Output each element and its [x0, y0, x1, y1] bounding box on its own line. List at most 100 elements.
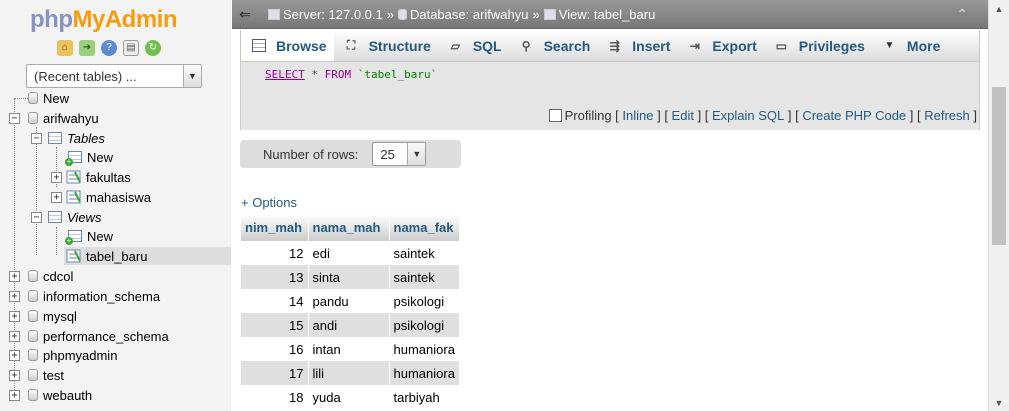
tree-new-database[interactable]: New	[28, 89, 69, 107]
profiling-checkbox[interactable]	[548, 109, 562, 122]
expand-icon[interactable]: +	[9, 390, 20, 401]
tab-structure[interactable]: ⛶ Structure	[334, 31, 438, 61]
options-link[interactable]: + Options	[241, 195, 297, 210]
table-row[interactable]: 12 edi saintek	[241, 241, 460, 265]
collapse-icon[interactable]: −	[31, 133, 42, 144]
tree-table-mahasiswa[interactable]: mahasiswa	[66, 188, 151, 206]
expand-icon[interactable]: +	[9, 331, 20, 342]
scrollbar-thumb[interactable]	[992, 87, 1006, 245]
cell-nama-mah[interactable]: pandu	[308, 289, 390, 313]
database-icon	[28, 290, 38, 302]
number-of-rows-value: 25	[380, 146, 395, 162]
tree-view-tabel-baru[interactable]: tabel_baru	[64, 247, 231, 265]
help-icon[interactable]: ?	[101, 40, 117, 56]
tree-views-group[interactable]: Views	[48, 208, 101, 226]
cell-nama-mah[interactable]: sinta	[308, 265, 390, 289]
breadcrumb-server[interactable]: Server: 127.0.0.1	[283, 7, 383, 22]
sql-select-keyword[interactable]: SELECT	[265, 68, 305, 81]
database-icon	[28, 112, 38, 124]
cell-nama-mah[interactable]: yuda	[308, 385, 390, 409]
tab-label: SQL	[472, 37, 502, 54]
phpmyadmin-logo[interactable]: phpMyAdmin	[30, 6, 178, 34]
collapse-up-icon[interactable]: ⌃	[956, 6, 968, 23]
tree-db-test[interactable]: test	[28, 366, 64, 384]
breadcrumb-database[interactable]: Database: arifwahyu	[410, 7, 529, 22]
tree-db-performance-schema[interactable]: performance_schema	[28, 327, 169, 345]
cell-nim-mah[interactable]: 18	[241, 385, 309, 409]
cell-nama-mah[interactable]: andi	[308, 313, 390, 337]
expand-icon[interactable]: +	[9, 291, 20, 302]
tree-table-fakultas[interactable]: fakultas	[66, 168, 131, 186]
column-header-nama-fak[interactable]: nama_fak	[389, 214, 460, 241]
tab-insert[interactable]: ⇶ Insert	[597, 31, 677, 61]
expand-icon[interactable]: +	[9, 350, 20, 361]
tree-label: New	[87, 228, 114, 244]
tree-tables-new[interactable]: + New	[65, 148, 113, 166]
refresh-link[interactable]: Refresh	[924, 108, 970, 123]
scroll-up-icon[interactable]: ▲	[989, 0, 1009, 17]
expand-icon[interactable]: +	[9, 311, 20, 322]
table-row[interactable]: 14 pandu psikologi	[241, 289, 460, 313]
tab-browse[interactable]: Browse	[241, 30, 334, 61]
tree-db-arifwahyu[interactable]: arifwahyu	[28, 109, 99, 127]
number-of-rows-box: Number of rows: 25 ▼	[240, 140, 461, 168]
tree-db-information-schema[interactable]: information_schema	[28, 287, 160, 305]
cell-nama-fak[interactable]: tarbiyah	[389, 385, 460, 409]
tab-privileges[interactable]: ▭ Privileges	[764, 31, 872, 61]
expand-icon[interactable]: +	[51, 172, 62, 183]
docs-icon[interactable]: ▤	[123, 40, 139, 56]
tab-sql[interactable]: ▱ SQL	[438, 31, 509, 61]
table-row[interactable]: 13 sinta saintek	[241, 265, 460, 289]
cell-nama-fak[interactable]: psikologi	[389, 313, 460, 337]
cell-nim-mah[interactable]: 16	[241, 337, 309, 361]
tab-more[interactable]: ▼ More	[872, 31, 947, 61]
inline-link[interactable]: Inline	[622, 108, 653, 123]
table-row[interactable]: 15 andi psikologi	[241, 313, 460, 337]
explain-sql-link[interactable]: Explain SQL	[712, 108, 784, 123]
table-row[interactable]: 17 lili humaniora	[241, 361, 460, 385]
tab-search[interactable]: ⚲ Search	[509, 31, 598, 61]
tree-tables-group[interactable]: Tables	[48, 129, 105, 147]
cell-nama-mah[interactable]: edi	[308, 241, 390, 265]
expand-icon[interactable]: +	[9, 370, 20, 381]
column-header-nama-mah[interactable]: nama_mah	[308, 214, 390, 241]
scroll-down-icon[interactable]: ▼	[989, 394, 1009, 411]
breadcrumb-view[interactable]: View: tabel_baru	[559, 7, 656, 22]
arrow-left-icon[interactable]: ⇐	[232, 6, 258, 23]
cell-nim-mah[interactable]: 17	[241, 361, 309, 385]
tree-label: phpmyadmin	[43, 347, 118, 363]
create-php-code-link[interactable]: Create PHP Code	[802, 108, 906, 123]
tree-db-webauth[interactable]: webauth	[28, 386, 92, 404]
cell-nama-fak[interactable]: saintek	[389, 241, 460, 265]
logout-icon[interactable]: ➜	[79, 40, 95, 56]
expand-icon[interactable]: +	[9, 271, 20, 282]
tree-views-new[interactable]: + New	[65, 227, 114, 245]
tab-label: More	[906, 37, 941, 54]
cell-nama-mah[interactable]: lili	[308, 361, 390, 385]
cell-nama-mah[interactable]: intan	[308, 337, 390, 361]
tree-db-cdcol[interactable]: cdcol	[28, 267, 73, 285]
cell-nama-fak[interactable]: saintek	[389, 265, 460, 289]
recent-tables-select[interactable]: (Recent tables) ... ▼	[26, 64, 202, 88]
cell-nim-mah[interactable]: 13	[241, 265, 309, 289]
cell-nama-fak[interactable]: humaniora	[389, 361, 460, 385]
cell-nim-mah[interactable]: 12	[241, 241, 309, 265]
collapse-icon[interactable]: −	[31, 212, 42, 223]
cell-nama-fak[interactable]: psikologi	[389, 289, 460, 313]
cell-nim-mah[interactable]: 14	[241, 289, 309, 313]
reload-icon[interactable]: ↻	[145, 40, 161, 56]
column-header-nim-mah[interactable]: nim_mah	[241, 214, 309, 241]
expand-icon[interactable]: +	[51, 192, 62, 203]
number-of-rows-select[interactable]: 25 ▼	[372, 142, 427, 166]
vertical-scrollbar[interactable]: ▲ ▼	[988, 0, 1009, 411]
home-icon[interactable]: ⌂	[57, 40, 73, 56]
table-row[interactable]: 16 intan humaniora	[241, 337, 460, 361]
collapse-icon[interactable]: −	[9, 113, 20, 124]
table-row[interactable]: 18 yuda tarbiyah	[241, 385, 460, 409]
cell-nim-mah[interactable]: 15	[241, 313, 309, 337]
tab-export[interactable]: ⇥ Export	[677, 31, 763, 61]
cell-nama-fak[interactable]: humaniora	[389, 337, 460, 361]
tree-db-mysql[interactable]: mysql	[28, 307, 77, 325]
edit-link[interactable]: Edit	[672, 108, 694, 123]
tree-db-phpmyadmin[interactable]: phpmyadmin	[28, 346, 117, 364]
